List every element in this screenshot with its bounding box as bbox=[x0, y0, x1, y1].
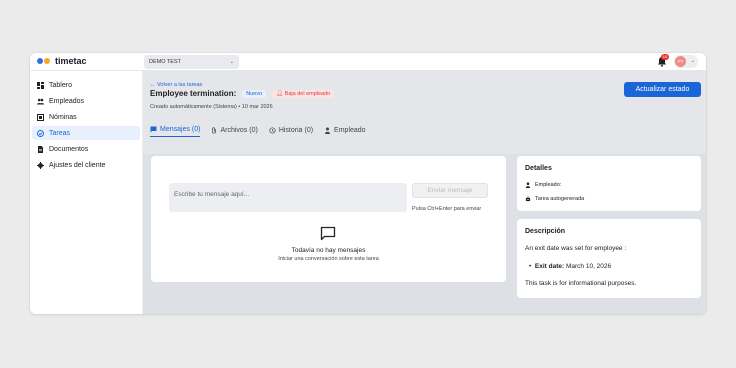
tab-historia[interactable]: Historia (0) bbox=[269, 126, 313, 137]
exit-date-label: Exit date: bbox=[534, 263, 565, 270]
paperclip-icon bbox=[212, 126, 217, 133]
sidebar-item-ajustes[interactable]: Ajustes del cliente bbox=[32, 158, 140, 172]
dashboard-icon bbox=[37, 81, 44, 89]
message-icon bbox=[320, 226, 336, 241]
person-remove-icon: 👤︎ bbox=[276, 90, 285, 97]
sidebar-item-documentos[interactable]: Documentos bbox=[32, 142, 140, 156]
sidebar-item-label: Tablero bbox=[49, 81, 72, 89]
sidebar-item-label: Tareas bbox=[49, 129, 71, 137]
top-bar: timetac DEMO TEST ⌄ 10 PT ⌄ bbox=[30, 53, 706, 71]
description-line-2: This task is for informational purposes. bbox=[525, 280, 637, 287]
type-badge-label: Baja del empleado bbox=[284, 90, 331, 97]
task-header: ← Volver a las tareas Employee terminati… bbox=[143, 71, 706, 154]
avatar: PT bbox=[675, 56, 686, 67]
update-status-button[interactable]: Actualizar estado bbox=[624, 82, 701, 97]
status-badge: Nuevo bbox=[242, 89, 267, 98]
tab-mensajes[interactable]: Mensajes (0) bbox=[150, 126, 201, 137]
page-title: Employee termination: bbox=[150, 89, 237, 98]
history-icon bbox=[269, 126, 276, 134]
chevron-down-icon: ⌄ bbox=[229, 59, 234, 65]
users-icon bbox=[37, 98, 44, 104]
message-input[interactable]: Escribe tu mensaje aquí... bbox=[169, 183, 407, 212]
sidebar-item-label: Ajustes del cliente bbox=[49, 161, 106, 169]
employee-label: Empleado: bbox=[535, 182, 562, 188]
document-icon bbox=[38, 145, 43, 153]
sidebar-item-label: Documentos bbox=[49, 145, 89, 153]
exit-date-value: March 10, 2026 bbox=[565, 263, 612, 270]
gear-icon bbox=[37, 161, 44, 169]
details-heading: Detalles bbox=[525, 165, 552, 172]
title-row: Employee termination: Nuevo 👤︎ Baja del … bbox=[150, 89, 335, 98]
logo-text: timetac bbox=[55, 56, 87, 66]
app-window: timetac DEMO TEST ⌄ 10 PT ⌄ Tablero Empl… bbox=[30, 53, 706, 314]
chevron-down-icon: ⌄ bbox=[690, 58, 695, 64]
logo-dot-blue bbox=[37, 58, 43, 64]
tab-empleado[interactable]: Empleado bbox=[324, 126, 366, 137]
tab-bar: Mensajes (0) Archivos (0) Historia (0) E… bbox=[150, 126, 366, 137]
back-link-label: Volver a las tareas bbox=[157, 82, 203, 88]
type-badge: 👤︎ Baja del empleado bbox=[272, 89, 335, 98]
task-meta: Creado automáticamente (Sistema) • 10 ma… bbox=[150, 104, 273, 110]
message-icon bbox=[150, 126, 157, 133]
messages-panel: Escribe tu mensaje aquí... Enviar mensaj… bbox=[151, 156, 506, 282]
exit-date-item: • Exit date: March 10, 2026 bbox=[529, 263, 612, 270]
auto-task-label: Tarea autogenerada bbox=[535, 196, 585, 202]
user-menu[interactable]: PT ⌄ bbox=[674, 55, 698, 68]
employee-row: Empleado: bbox=[525, 182, 561, 188]
tasks-icon bbox=[37, 129, 44, 137]
company-select-value: DEMO TEST bbox=[149, 59, 181, 65]
robot-icon bbox=[525, 196, 531, 202]
logo[interactable]: timetac bbox=[37, 56, 87, 66]
main-content: ← Volver a las tareas Employee terminati… bbox=[143, 71, 706, 314]
description-card: Descripción An exit date was set for emp… bbox=[517, 219, 701, 298]
sidebar-item-tareas[interactable]: Tareas bbox=[32, 126, 140, 140]
tab-archivos[interactable]: Archivos (0) bbox=[211, 126, 258, 137]
send-message-button[interactable]: Enviar mensaje bbox=[412, 183, 488, 198]
sidebar: Tablero Empleados Nóminas Tareas Documen… bbox=[30, 71, 143, 314]
empty-state-subtitle: Iniciar una conversación sobre esta tare… bbox=[278, 256, 379, 262]
notification-badge: 10 bbox=[661, 54, 669, 60]
tab-label: Archivos (0) bbox=[220, 126, 258, 134]
back-link[interactable]: ← Volver a las tareas bbox=[150, 82, 202, 88]
payroll-icon bbox=[37, 113, 44, 121]
description-line-1: An exit date was set for employee : bbox=[525, 245, 627, 252]
sidebar-item-nominas[interactable]: Nóminas bbox=[32, 110, 140, 124]
tab-label: Mensajes (0) bbox=[160, 126, 201, 133]
sidebar-item-empleados[interactable]: Empleados bbox=[32, 94, 140, 108]
details-card: Detalles Empleado: Tarea autogenerada bbox=[517, 156, 701, 211]
company-select[interactable]: DEMO TEST ⌄ bbox=[144, 55, 239, 69]
person-icon bbox=[325, 127, 331, 134]
sidebar-item-tablero[interactable]: Tablero bbox=[32, 78, 140, 92]
auto-task-row: Tarea autogenerada bbox=[525, 196, 584, 202]
person-icon bbox=[525, 182, 531, 188]
description-heading: Descripción bbox=[525, 228, 566, 235]
tab-label: Historia (0) bbox=[278, 126, 314, 134]
logo-dot-orange bbox=[44, 58, 50, 64]
tab-label: Empleado bbox=[334, 126, 366, 134]
sidebar-item-label: Empleados bbox=[49, 97, 85, 105]
send-hint: Pulsa Ctrl+Enter para enviar bbox=[412, 206, 482, 212]
empty-state-title: Todavía no hay mensajes bbox=[291, 247, 366, 254]
sidebar-item-label: Nóminas bbox=[49, 113, 77, 121]
